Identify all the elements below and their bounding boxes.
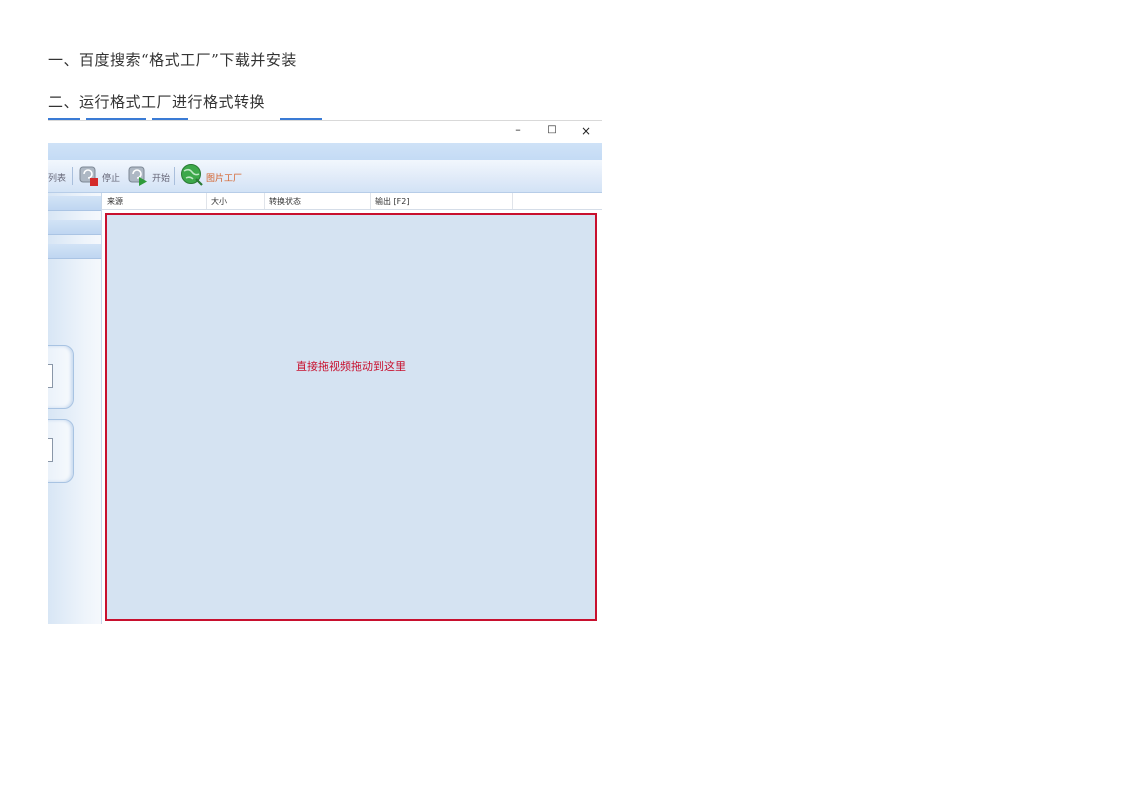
image-factory-button[interactable]: 图片工厂	[206, 171, 242, 184]
sidebar	[48, 193, 102, 624]
column-divider[interactable]	[206, 193, 207, 209]
step-2-text: 二、运行格式工厂进行格式转换	[48, 93, 266, 111]
format-factory-screenshot: – □ × 列表 停止 开始 图片工厂 来源 大小 转换状态 输出 [F2] 直…	[48, 118, 602, 624]
list-button[interactable]: 列表	[48, 171, 66, 184]
toolbar-divider	[72, 167, 73, 185]
start-icon[interactable]	[128, 165, 148, 187]
window-titlebar: – □ ×	[48, 120, 602, 144]
sidebar-category-tab[interactable]	[48, 220, 101, 235]
start-button[interactable]: 开始	[152, 171, 170, 184]
document-icon	[48, 438, 53, 462]
minimize-button[interactable]: –	[510, 123, 526, 136]
sidebar-category-tab[interactable]	[48, 244, 101, 259]
column-divider[interactable]	[264, 193, 265, 209]
sidebar-format-button[interactable]	[48, 345, 74, 409]
close-button[interactable]: ×	[578, 124, 594, 138]
column-header-source[interactable]: 来源	[107, 196, 123, 212]
document-icon	[48, 364, 53, 388]
column-divider[interactable]	[370, 193, 371, 209]
column-divider[interactable]	[512, 193, 513, 209]
column-header-size[interactable]: 大小	[211, 196, 227, 212]
toolbar-divider	[174, 167, 175, 185]
column-header-status[interactable]: 转换状态	[269, 196, 301, 212]
stop-button[interactable]: 停止	[102, 171, 120, 184]
maximize-button[interactable]: □	[544, 124, 560, 135]
task-table-header: 来源 大小 转换状态 输出 [F2]	[102, 193, 602, 210]
toolbar: 列表 停止 开始 图片工厂	[48, 160, 602, 193]
file-drop-zone[interactable]: 直接拖视频拖动到这里	[105, 213, 597, 621]
stop-icon[interactable]	[79, 165, 99, 187]
sidebar-format-button[interactable]	[48, 419, 74, 483]
column-header-output[interactable]: 输出 [F2]	[375, 196, 409, 212]
menu-bar	[48, 143, 602, 160]
sidebar-category-tab[interactable]	[48, 196, 101, 211]
drop-hint-text: 直接拖视频拖动到这里	[296, 360, 406, 373]
globe-icon[interactable]	[180, 163, 204, 187]
step-1-text: 一、百度搜索“格式工厂”下载并安装	[48, 51, 297, 69]
